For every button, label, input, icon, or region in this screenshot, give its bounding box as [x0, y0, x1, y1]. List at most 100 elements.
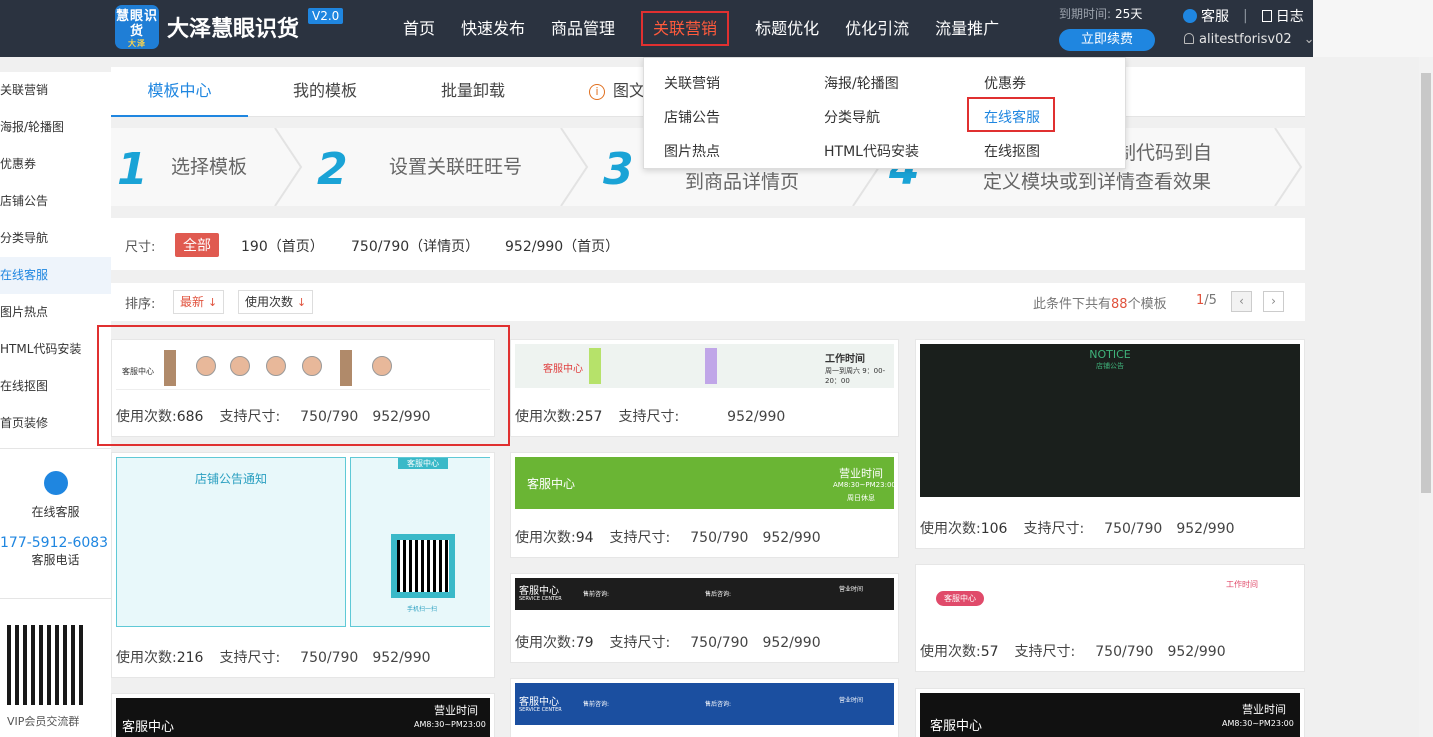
sort-usage-button[interactable]: 使用次数 ↓	[238, 290, 314, 314]
thumb-cs-label: 客服中心	[519, 586, 559, 597]
sidebar-service-label[interactable]: 在线客服	[0, 503, 111, 521]
sort-newest-button[interactable]: 最新 ↓	[173, 290, 225, 314]
app-logo: 慧眼识货 大泽	[115, 5, 159, 49]
arrow-down-icon: ↓	[297, 296, 307, 309]
tab-batch-uninstall[interactable]: 批量卸载	[419, 67, 527, 117]
sort-label: 排序:	[125, 297, 156, 312]
user-menu[interactable]: alitestforisv02 ⌄	[1184, 32, 1315, 47]
size-2: 952/990	[762, 635, 821, 651]
chevron-down-icon: ⌄	[1303, 32, 1315, 47]
nav-product-management[interactable]: 商品管理	[538, 0, 628, 57]
nav-title-optimize[interactable]: 标题优化	[742, 0, 832, 57]
size-1: 750/790	[1095, 644, 1154, 660]
nav-related-marketing[interactable]: 关联营销	[628, 0, 742, 57]
step-chevron-1	[274, 128, 303, 206]
template-thumbnail: 客服中心 工作时间 周一到周六 9：00-20：00	[515, 344, 894, 388]
document-icon	[1261, 10, 1272, 22]
dropdown-item-html-install[interactable]: HTML代码安装	[824, 141, 919, 161]
template-thumbnail: 客服中心 工作时间	[920, 569, 1300, 629]
count-number: 88	[1111, 297, 1128, 312]
thumb-cs-label: 客服中心	[122, 720, 175, 735]
thumb-cs-en: SERVICE CENTER	[519, 596, 562, 602]
thumb-time-label: 营业时间	[434, 704, 478, 717]
sidebar-item-coupon[interactable]: 优惠券	[0, 146, 111, 183]
scrollbar-thumb[interactable]	[1421, 73, 1431, 493]
log-label: 日志	[1275, 9, 1304, 25]
template-thumbnail: 客服中心 SERVICE CENTER 售前咨询: 售后咨询: 营业时间	[515, 683, 894, 725]
sidebar-item-hotspot[interactable]: 图片热点	[0, 294, 111, 331]
usage-label: 使用次数:	[116, 650, 177, 666]
nav-quick-publish[interactable]: 快速发布	[448, 0, 538, 57]
size-2: 952/990	[762, 530, 821, 546]
sidebar-item-category-nav[interactable]: 分类导航	[0, 220, 111, 257]
version-badge: V2.0	[308, 8, 344, 24]
template-card[interactable]: 客服中心 SERVICE CENTER 售前咨询: 售后咨询: 营业时间	[510, 678, 899, 737]
template-card[interactable]: 店铺公告通知 客服中心 手机扫一扫 使用次数:216 支持尺寸: 750/790 95…	[111, 452, 495, 678]
step-2-number: 2	[317, 144, 348, 195]
divider: |	[1243, 8, 1248, 24]
template-card[interactable]: 客服中心 SERVICE CENTER 售前咨询: 售后咨询: 营业时间 使用次…	[510, 573, 899, 663]
nav-traffic-optimize[interactable]: 优化引流	[832, 0, 922, 57]
renew-button[interactable]: 立即续费	[1059, 29, 1155, 51]
size-filter-190[interactable]: 190（首页）	[241, 236, 324, 256]
sidebar-item-html-install[interactable]: HTML代码安装	[0, 331, 111, 368]
thumb-cs-label: 客服中心	[930, 719, 983, 734]
log-link[interactable]: 日志	[1261, 6, 1304, 26]
page-scrollbar[interactable]	[1419, 57, 1433, 737]
thumb-notice-sub: 店铺公告	[1096, 362, 1124, 370]
template-card[interactable]: 客服中心 营业时间 AM8:30~PM23:00	[111, 693, 495, 737]
dropdown-item-hotspot[interactable]: 图片热点	[664, 141, 720, 161]
sidebar-item-cutout[interactable]: 在线抠图	[0, 368, 111, 405]
support-label: 支持尺寸:	[618, 409, 680, 425]
service-icon[interactable]	[43, 471, 68, 495]
sidebar-item-home-decor[interactable]: 首页装修	[0, 405, 111, 442]
template-card[interactable]: NOTICE 店铺公告 使用次数:106 支持尺寸: 750/790 952/990	[915, 339, 1305, 549]
template-meta: 使用次数:94 支持尺寸: 750/790 952/990	[515, 527, 821, 547]
tab-template-center[interactable]: 模板中心	[111, 67, 248, 117]
template-thumbnail: 客服中心 SERVICE CENTER 售前咨询: 售后咨询: 营业时间	[515, 578, 894, 610]
dropdown-item-announcement[interactable]: 店铺公告	[664, 107, 720, 127]
dropdown-item-coupon[interactable]: 优惠券	[984, 73, 1026, 93]
dropdown-item-related-marketing[interactable]: 关联营销	[664, 73, 720, 93]
dropdown-item-category-nav[interactable]: 分类导航	[824, 107, 880, 127]
size-filter-952[interactable]: 952/990（首页）	[505, 236, 619, 256]
thumb-after-sale: 售后咨询:	[705, 701, 732, 708]
size-filter: 尺寸: 全部 190（首页） 750/790（详情页） 952/990（首页）	[111, 218, 1305, 270]
thumb-cs-label: 客服中心	[519, 697, 559, 708]
dropdown-item-cutout[interactable]: 在线抠图	[984, 141, 1040, 161]
step-chevron-4	[1274, 128, 1303, 206]
support-label: 支持尺寸:	[1023, 521, 1085, 537]
service-link[interactable]: 客服	[1183, 6, 1229, 26]
support-label: 支持尺寸:	[219, 650, 281, 666]
dropdown-item-poster[interactable]: 海报/轮播图	[824, 73, 899, 93]
tab-my-templates[interactable]: 我的模板	[271, 67, 379, 117]
expire-label: 到期时间:	[1059, 7, 1112, 21]
thumb-pre-sale: 售前咨询:	[583, 591, 610, 598]
thumb-time-label: 工作时间	[1226, 580, 1258, 589]
sidebar-item-poster[interactable]: 海报/轮播图	[0, 109, 111, 146]
thumb-cs-label: 客服中心	[527, 477, 576, 491]
thumb-time-sub: 周一到周六 9：00-20：00	[825, 367, 886, 385]
nav-traffic-promotion[interactable]: 流量推广	[922, 0, 1012, 57]
support-label: 支持尺寸:	[609, 530, 671, 546]
template-card[interactable]: 客服中心 工作时间 周一到周六 9：00-20：00 使用次数:257 支持尺寸:…	[510, 339, 899, 437]
thumb-cs-label: 客服中心	[936, 591, 984, 606]
next-page-button[interactable]: ›	[1263, 291, 1284, 312]
template-card[interactable]: 客服中心 工作时间 使用次数:57 支持尺寸: 750/790 952/990	[915, 564, 1305, 672]
tab-graphic[interactable]: i 图文	[589, 67, 649, 117]
top-links: 客服 | 日志	[1183, 6, 1304, 26]
thumb-cs-label: 客服中心	[398, 458, 448, 469]
nav-home[interactable]: 首页	[390, 0, 448, 57]
usage-label: 使用次数:	[515, 530, 576, 546]
size-filter-750[interactable]: 750/790（详情页）	[351, 236, 479, 256]
sidebar-item-related-marketing[interactable]: 关联营销	[0, 72, 111, 109]
size-filter-all[interactable]: 全部	[175, 233, 219, 257]
template-card[interactable]: 客服中心 营业时间 AM8:30~PM23:00 周日休息 使用次数:94 支持尺…	[510, 452, 899, 558]
template-card[interactable]: 客服中心 营业时间 AM8:30~PM23:00	[915, 688, 1305, 737]
support-label: 支持尺寸:	[609, 635, 671, 651]
sidebar-item-online-service[interactable]: 在线客服	[0, 257, 111, 294]
sidebar-item-announcement[interactable]: 店铺公告	[0, 183, 111, 220]
prev-page-button[interactable]: ‹	[1231, 291, 1252, 312]
service-icon	[1183, 9, 1197, 23]
sort-newest-label: 最新	[180, 295, 205, 309]
